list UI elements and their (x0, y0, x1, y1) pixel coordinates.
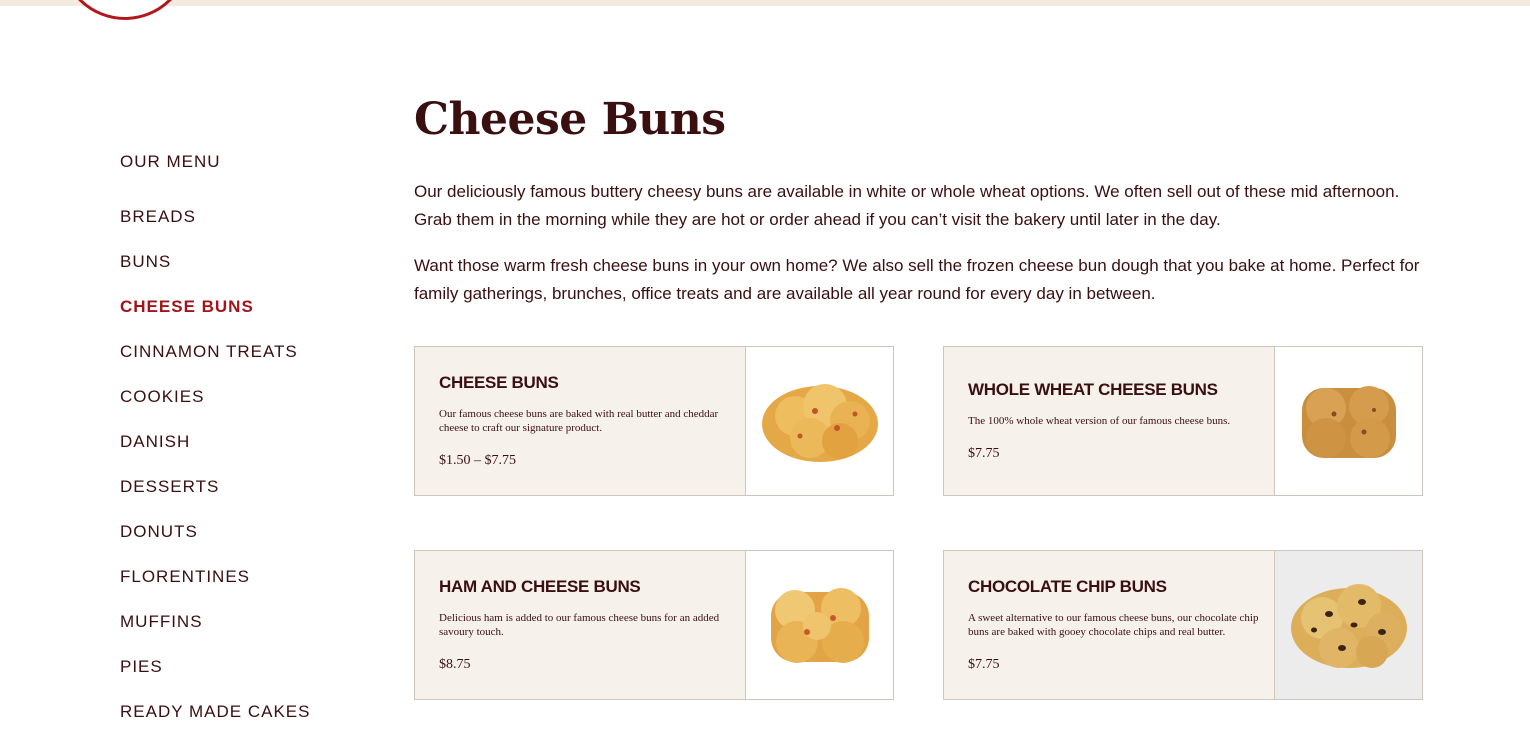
product-card-cheese-buns[interactable]: CHEESE BUNS Our famous cheese buns are b… (414, 346, 894, 496)
sidebar-item-desserts[interactable]: DESSERTS (120, 475, 360, 499)
product-description: Delicious ham is added to our famous che… (439, 612, 720, 638)
sidebar-item-cinnamon-treats[interactable]: CINNAMON TREATS (120, 340, 360, 364)
product-image[interactable] (1274, 551, 1422, 699)
cheese-buns-photo (761, 384, 878, 462)
product-description: A sweet alternative to our famous cheese… (968, 612, 1259, 638)
sidebar-title: OUR MENU (120, 152, 221, 171)
product-price: $1.50 – $7.75 (439, 453, 516, 468)
sidebar-item-cheese-buns[interactable]: CHEESE BUNS (120, 295, 360, 319)
product-info: WHOLE WHEAT CHEESE BUNS The 100% whole w… (944, 347, 1274, 495)
whole-wheat-buns-photo (1301, 386, 1396, 458)
sidebar-item-pies[interactable]: PIES (120, 655, 360, 679)
intro-paragraph: Our deliciously famous buttery cheesy bu… (414, 182, 1400, 229)
menu-sidebar: OUR MENU BREADS BUNS CHEESE BUNS CINNAMO… (120, 150, 360, 745)
product-name[interactable]: CHEESE BUNS (439, 373, 735, 393)
sidebar-item-ready-made-cakes[interactable]: READY MADE CAKES (120, 700, 360, 724)
ham-cheese-buns-photo (770, 588, 869, 663)
product-price: $8.75 (439, 657, 471, 672)
product-description: Our famous cheese buns are baked with re… (439, 408, 719, 434)
page-title: Cheese Buns (414, 94, 726, 145)
product-card-chocolate-chip-buns[interactable]: CHOCOLATE CHIP BUNS A sweet alternative … (943, 550, 1423, 700)
product-image[interactable] (745, 347, 893, 495)
product-info: CHOCOLATE CHIP BUNS A sweet alternative … (944, 551, 1274, 699)
sidebar-item-cookies[interactable]: COOKIES (120, 385, 360, 409)
product-image[interactable] (745, 551, 893, 699)
product-image[interactable] (1274, 347, 1422, 495)
product-description: The 100% whole wheat version of our famo… (968, 415, 1231, 427)
header-strip (0, 0, 1530, 6)
product-info: HAM AND CHEESE BUNS Delicious ham is add… (415, 551, 745, 699)
product-card-ham-and-cheese-buns[interactable]: HAM AND CHEESE BUNS Delicious ham is add… (414, 550, 894, 700)
product-info: CHEESE BUNS Our famous cheese buns are b… (415, 347, 745, 495)
product-price: $7.75 (968, 657, 1000, 672)
chocolate-chip-buns-photo (1290, 584, 1407, 668)
product-price: $7.75 (968, 446, 1000, 461)
sidebar-item-muffins[interactable]: MUFFINS (120, 610, 360, 634)
product-name[interactable]: CHOCOLATE CHIP BUNS (968, 577, 1264, 597)
sidebar-item-florentines[interactable]: FLORENTINES (120, 565, 360, 589)
main-content: Cheese Buns Our deliciously famous butte… (414, 88, 1422, 308)
sidebar-item-donuts[interactable]: DONUTS (120, 520, 360, 544)
product-card-whole-wheat-cheese-buns[interactable]: WHOLE WHEAT CHEESE BUNS The 100% whole w… (943, 346, 1423, 496)
sidebar-item-danish[interactable]: DANISH (120, 430, 360, 454)
intro-paragraph: Want those warm fresh cheese buns in you… (414, 256, 1420, 303)
product-name[interactable]: HAM AND CHEESE BUNS (439, 577, 735, 597)
product-name[interactable]: WHOLE WHEAT CHEESE BUNS (968, 380, 1264, 400)
sidebar-item-buns[interactable]: BUNS (120, 250, 360, 274)
sidebar-item-breads[interactable]: BREADS (120, 205, 360, 229)
